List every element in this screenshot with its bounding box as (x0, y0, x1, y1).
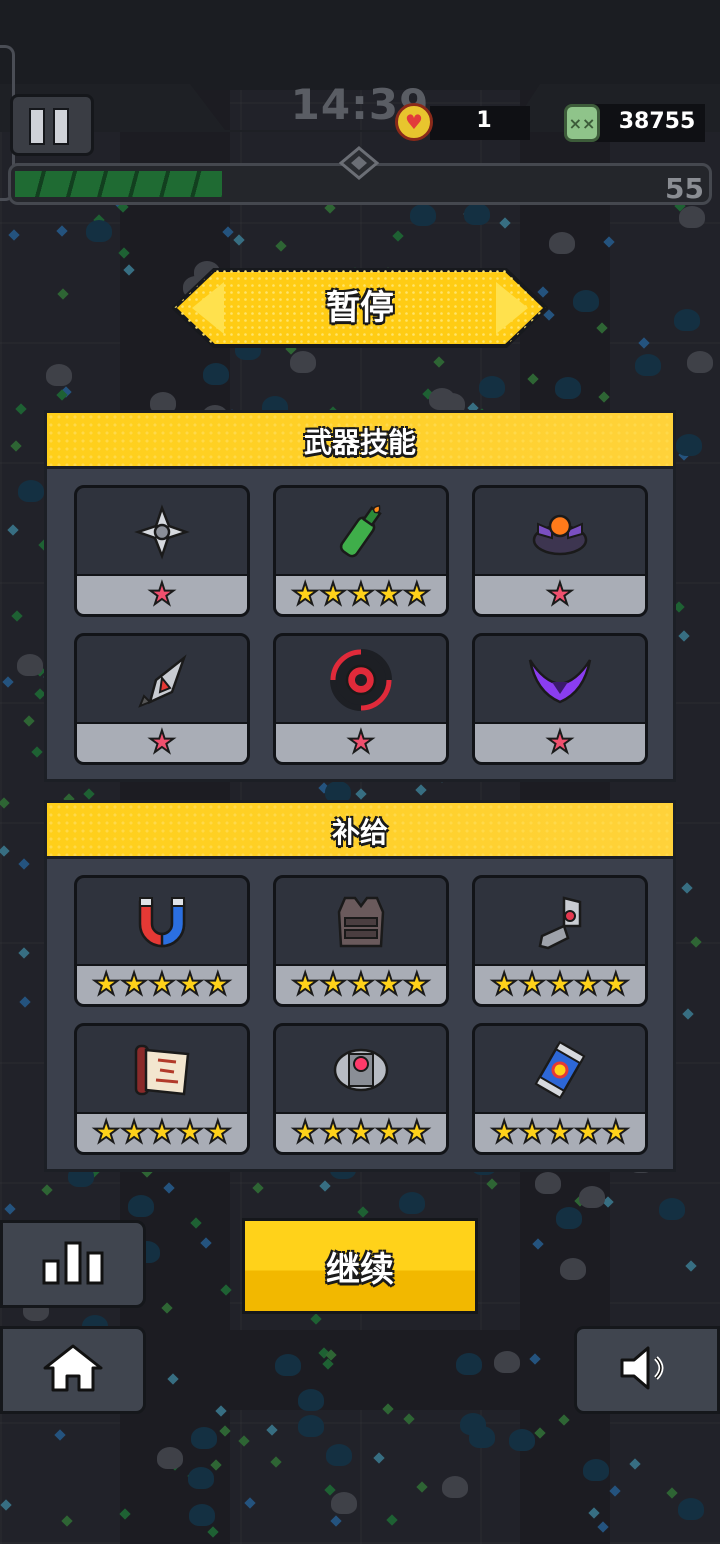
red-disc-icon (276, 636, 446, 724)
rank-emblem-icon (339, 146, 379, 180)
supply-slot-3[interactable]: ★ ★ ★ ★ ★ (472, 875, 648, 1007)
skull-kill-icon: ×× (564, 104, 600, 142)
hud-top-bar (0, 0, 720, 90)
star-rating: ★ ★ ★ ★ ★ (276, 964, 446, 1004)
bar-chart-icon (42, 1239, 104, 1289)
weapon-slot-2[interactable]: ★ ★ ★ ★ ★ (273, 485, 449, 617)
weapon-slot-6[interactable]: ★ (472, 633, 648, 765)
pause-title: 暂停 (326, 288, 394, 328)
kill-counter: 38755 (618, 109, 696, 134)
star-rating: ★ ★ ★ ★ ★ (77, 964, 247, 1004)
weapon-slot-1[interactable]: ★ (74, 485, 250, 617)
supply-slot-2[interactable]: ★ ★ ★ ★ ★ (273, 875, 449, 1007)
supply-slot-6[interactable]: ★ ★ ★ ★ ★ (472, 1023, 648, 1155)
supplies-title: 补给 (331, 816, 388, 849)
player-level: 55 (665, 172, 704, 205)
pause-icon-bar (53, 108, 69, 145)
home-icon (41, 1342, 105, 1398)
drone-turret-icon (475, 488, 645, 576)
star-rating: ★ ★ ★ ★ ★ (475, 1112, 645, 1152)
purple-boomerang-icon (475, 636, 645, 724)
magnet-icon (77, 878, 247, 966)
armor-vest-icon (276, 878, 446, 966)
robot-arm-icon (475, 878, 645, 966)
star-rating: ★ (475, 722, 645, 762)
weapon-slot-4[interactable]: ★ (74, 633, 250, 765)
supply-slot-5[interactable]: ★ ★ ★ ★ ★ (273, 1023, 449, 1155)
speaker-icon (618, 1344, 676, 1396)
energy-drink-icon (475, 1026, 645, 1114)
xp-bar-fill (15, 171, 222, 197)
heart-coin-icon: ♥ (395, 103, 433, 141)
star-rating: ★ ★ ★ ★ ★ (276, 1112, 446, 1152)
weapon-skills-header: 武器技能 (47, 413, 673, 469)
sound-toggle-button[interactable] (574, 1326, 720, 1414)
stats-button[interactable] (0, 1220, 146, 1308)
molotov-bottle-icon (276, 488, 446, 576)
supplies-header: 补给 (47, 803, 673, 859)
coin-counter: 1 (476, 108, 492, 133)
weapon-skills-title: 武器技能 (303, 426, 416, 459)
star-rating: ★ (276, 722, 446, 762)
supplies-panel: 补给 ★ ★ ★ ★ ★ ★ ★ ★ ★ ★ ★ ★ ★ ★ ★ ★ ★ ★ ★… (44, 800, 676, 1172)
scroll-icon (77, 1026, 247, 1114)
energy-core-icon (276, 1026, 446, 1114)
kunai-icon (77, 636, 247, 724)
pause-icon (29, 108, 45, 145)
star-rating: ★ ★ ★ ★ ★ (276, 574, 446, 614)
star-rating: ★ (77, 574, 247, 614)
home-button[interactable] (0, 1326, 146, 1414)
supply-slot-4[interactable]: ★ ★ ★ ★ ★ (74, 1023, 250, 1155)
continue-button[interactable]: 继续 (242, 1218, 478, 1314)
star-rating: ★ (77, 722, 247, 762)
star-rating: ★ ★ ★ ★ ★ (475, 964, 645, 1004)
weapon-slot-3[interactable]: ★ (472, 485, 648, 617)
pause-button[interactable] (10, 94, 94, 156)
weapon-slot-5[interactable]: ★ (273, 633, 449, 765)
star-rating: ★ (475, 574, 645, 614)
star-rating: ★ ★ ★ ★ ★ (77, 1112, 247, 1152)
shuriken-icon (77, 488, 247, 576)
weapon-skills-panel: 武器技能 ★ ★ ★ ★ ★ ★ ★ ★ ★ ★ (44, 410, 676, 782)
supply-slot-1[interactable]: ★ ★ ★ ★ ★ (74, 875, 250, 1007)
